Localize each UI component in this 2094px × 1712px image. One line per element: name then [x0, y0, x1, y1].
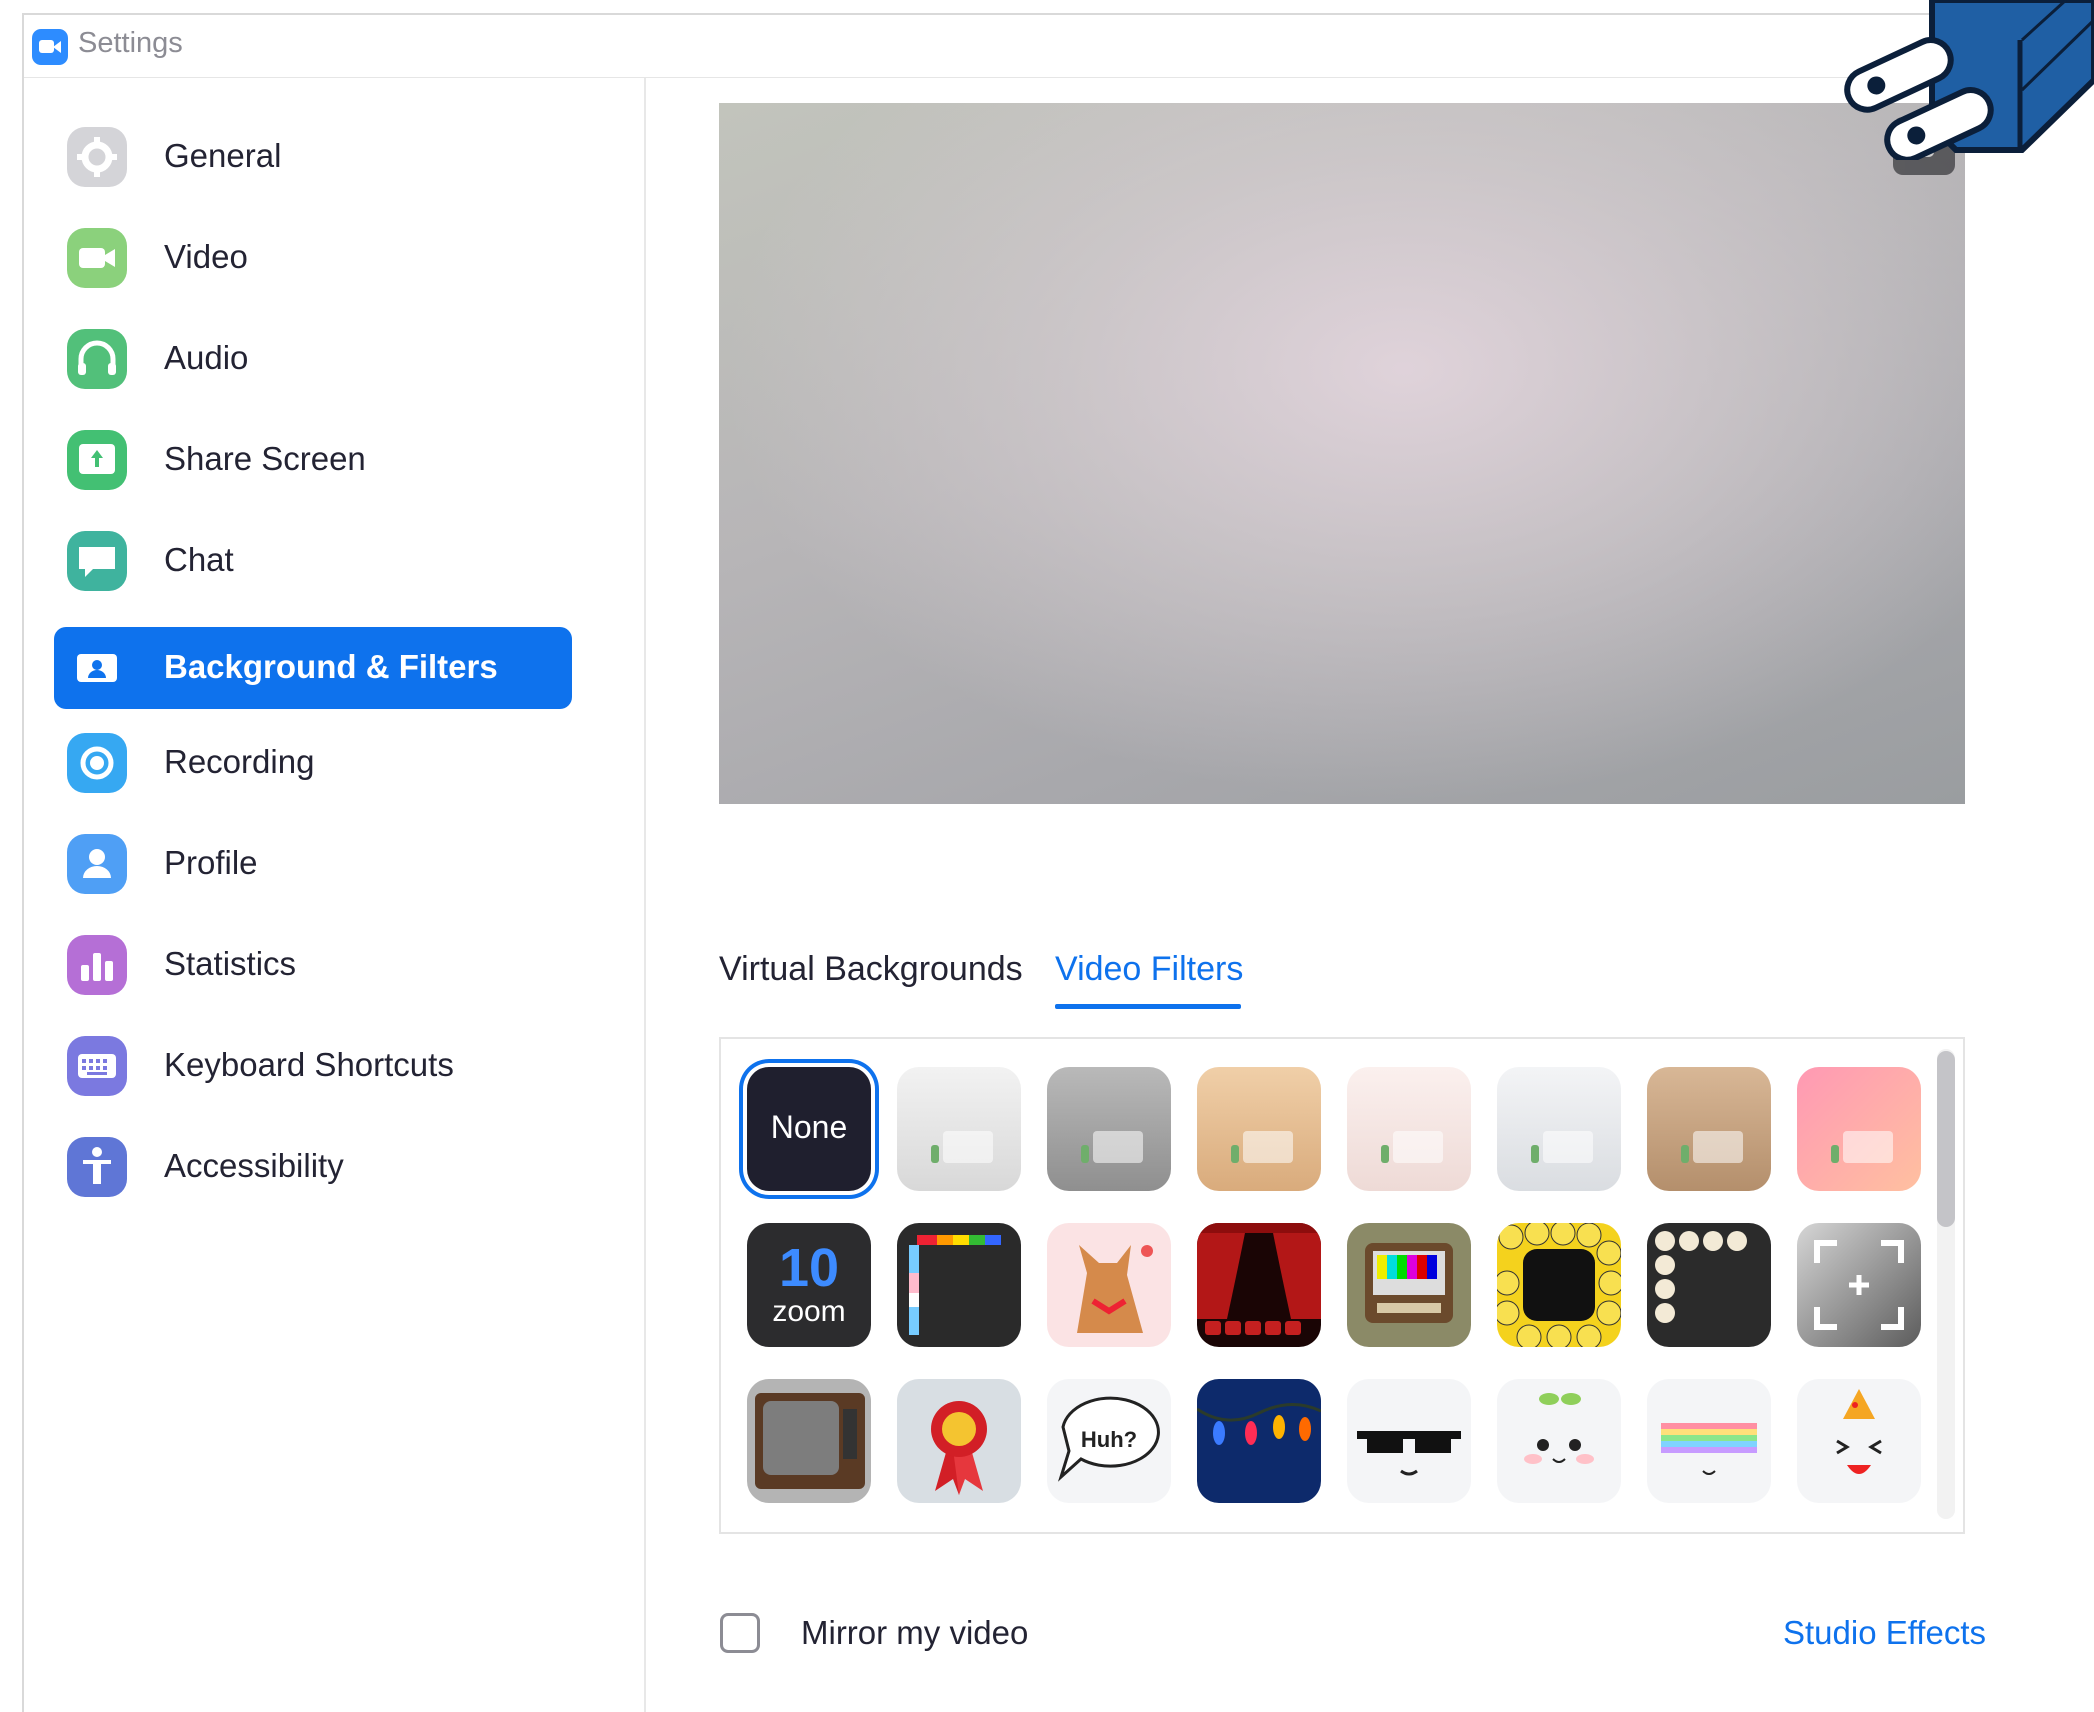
filter-zoom-10-tile[interactable]: 10 zoom — [747, 1223, 871, 1347]
zoom-logo-icon — [32, 29, 68, 65]
mirror-video-checkbox[interactable] — [720, 1613, 760, 1653]
filter-emoji-frame-tile[interactable] — [1497, 1223, 1621, 1347]
studio-effects-link[interactable]: Studio Effects — [1783, 1614, 1986, 1652]
sidebar-item-label: Share Screen — [164, 440, 366, 477]
sidebar-item-audio[interactable]: Audio — [54, 318, 572, 400]
sidebar-item-label: Background & Filters — [164, 648, 498, 685]
share-screen-icon — [67, 430, 127, 490]
filter-tile[interactable] — [1347, 1067, 1471, 1191]
person-icon — [67, 834, 127, 894]
tab-virtual-backgrounds[interactable]: Virtual Backgrounds — [719, 950, 1023, 989]
sidebar-item-accessibility[interactable]: Accessibility — [54, 1126, 572, 1208]
filter-tile[interactable] — [1197, 1067, 1321, 1191]
background-icon — [67, 638, 127, 698]
sidebar-item-recording[interactable]: Recording — [54, 722, 572, 804]
sidebar-item-statistics[interactable]: Statistics — [54, 924, 572, 1006]
mirror-video-label: Mirror my video — [801, 1614, 1029, 1651]
title-bar: Settings — [24, 15, 2094, 78]
sidebar-item-label: Statistics — [164, 945, 297, 982]
filter-rainbow-tile[interactable] — [1647, 1379, 1771, 1503]
filter-sprout-face-tile[interactable] — [1497, 1379, 1621, 1503]
gear-icon — [67, 127, 127, 187]
filter-award-ribbon-tile[interactable] — [897, 1379, 1021, 1503]
filter-none[interactable]: None — [747, 1067, 871, 1191]
sidebar-item-label: Profile — [164, 844, 258, 881]
plug-logo-icon — [1844, 0, 2094, 160]
sidebar-item-chat[interactable]: Chat — [54, 520, 572, 602]
headphones-icon — [67, 329, 127, 389]
sidebar-item-label: Video — [164, 238, 248, 275]
sidebar-item-label: Audio — [164, 339, 249, 376]
bar-chart-icon — [67, 935, 127, 995]
filter-scrollbar-thumb[interactable] — [1937, 1051, 1955, 1227]
filter-tile[interactable] — [1497, 1067, 1621, 1191]
active-tab-indicator — [1055, 1004, 1241, 1009]
keyboard-icon — [67, 1036, 127, 1096]
sidebar-item-share-screen[interactable]: Share Screen — [54, 419, 572, 501]
sidebar-item-profile[interactable]: Profile — [54, 823, 572, 905]
record-icon — [67, 733, 127, 793]
filter-party-face-tile[interactable] — [1797, 1379, 1921, 1503]
tab-video-filters[interactable]: Video Filters — [1055, 950, 1243, 989]
sidebar-item-general[interactable]: General — [54, 116, 572, 198]
filter-lights-frame-tile[interactable] — [1647, 1223, 1771, 1347]
filter-tile[interactable] — [1047, 1067, 1171, 1191]
zoom-10-word: zoom — [772, 1295, 846, 1328]
sidebar-item-label: General — [164, 137, 282, 174]
filter-tile[interactable] — [1797, 1067, 1921, 1191]
settings-sidebar: General Video Audio Share Screen Chat Ba… — [24, 78, 646, 1712]
filter-none-label: None — [770, 1109, 848, 1145]
filter-old-tv-tile[interactable] — [747, 1379, 871, 1503]
sidebar-item-label: Keyboard Shortcuts — [164, 1046, 454, 1083]
video-preview — [719, 103, 1965, 804]
filter-grid: None 10 zoom Huh? — [719, 1037, 1965, 1534]
filter-corgi-tile[interactable] — [1047, 1223, 1171, 1347]
filter-tile[interactable] — [897, 1067, 1021, 1191]
filter-holiday-lights-tile[interactable] — [1197, 1379, 1321, 1503]
add-frame-icon — [1814, 1240, 1904, 1330]
filter-pixel-sunglasses-tile[interactable] — [1347, 1379, 1471, 1503]
sidebar-item-label: Recording — [164, 743, 315, 780]
sidebar-item-video[interactable]: Video — [54, 217, 572, 299]
sidebar-item-keyboard-shortcuts[interactable]: Keyboard Shortcuts — [54, 1025, 572, 1107]
video-camera-icon — [67, 228, 127, 288]
filter-speech-bubble-tile[interactable]: Huh? — [1047, 1379, 1171, 1503]
sidebar-item-label: Accessibility — [164, 1147, 344, 1184]
filter-pride-frame-tile[interactable] — [897, 1223, 1021, 1347]
zoom-10-number: 10 — [778, 1238, 840, 1298]
chat-bubble-icon — [67, 531, 127, 591]
speech-bubble-text: Huh? — [1080, 1427, 1138, 1452]
filter-add-custom-tile[interactable] — [1797, 1223, 1921, 1347]
filter-theater-tile[interactable] — [1197, 1223, 1321, 1347]
filter-tile[interactable] — [1647, 1067, 1771, 1191]
filter-retro-tv-tile[interactable] — [1347, 1223, 1471, 1347]
accessibility-icon — [67, 1137, 127, 1197]
sidebar-item-label: Chat — [164, 541, 234, 578]
window-title: Settings — [78, 27, 183, 59]
sidebar-item-background-filters[interactable]: Background & Filters — [54, 627, 572, 709]
